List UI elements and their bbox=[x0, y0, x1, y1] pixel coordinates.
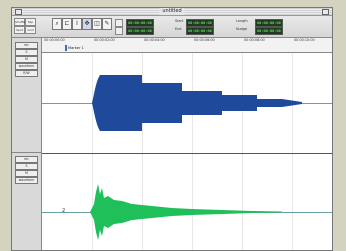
ruler-tick: 00:00:02:00 bbox=[94, 38, 115, 42]
ruler-tick: 00:00:10:00 bbox=[294, 38, 315, 42]
start-label: Start bbox=[175, 19, 184, 23]
ruler-tick: 00:00:04:00 bbox=[144, 38, 165, 42]
track-lane-audio-1[interactable] bbox=[42, 53, 333, 154]
length-label: Length bbox=[236, 19, 248, 23]
trim-tool-icon[interactable]: ⊏ bbox=[62, 18, 72, 30]
end-counter[interactable]: 00:00:00:00 bbox=[186, 27, 214, 35]
track1-automation-button[interactable]: R/W bbox=[15, 70, 38, 77]
edit-window-tracks[interactable]: 2 bbox=[42, 53, 333, 251]
track2-mute-button[interactable]: M bbox=[15, 170, 38, 177]
track1-waveform[interactable] bbox=[42, 53, 333, 153]
zoom-tool-icon[interactable]: ⌕ bbox=[52, 18, 62, 30]
main-counter[interactable]: 00:00:00:00 bbox=[126, 19, 154, 27]
nudge-counter[interactable]: 00:00:00:00 bbox=[255, 27, 283, 35]
track2-waveform-shape bbox=[90, 184, 282, 240]
end-label: End bbox=[175, 27, 182, 31]
track2-record-button[interactable]: rec bbox=[15, 156, 38, 163]
timeline-ruler[interactable]: 00:00:00:00 00:00:02:00 00:00:04:00 00:0… bbox=[42, 38, 332, 53]
track2-view-button[interactable]: waveform bbox=[15, 177, 38, 184]
track1-mute-button[interactable]: M bbox=[15, 56, 38, 63]
track-lane-audio-2[interactable]: 2 bbox=[42, 154, 333, 251]
scrub-tool-icon[interactable]: ◫ bbox=[92, 18, 102, 30]
track1-solo-button[interactable]: S bbox=[15, 49, 38, 56]
mode-slip-button[interactable]: Slip bbox=[25, 18, 36, 26]
zoom-box-icon[interactable] bbox=[322, 9, 329, 15]
track2-solo-button[interactable]: S bbox=[15, 163, 38, 170]
nudge-value-button[interactable] bbox=[115, 27, 123, 35]
sub-counter[interactable]: 00:00:00:00 bbox=[126, 27, 154, 35]
selector-tool-icon[interactable]: I bbox=[72, 18, 82, 30]
length-counter[interactable]: 00:00:00:00 bbox=[255, 19, 283, 27]
track1-waveform-shape bbox=[92, 75, 302, 131]
track1-record-button[interactable]: rec bbox=[15, 42, 38, 49]
track1-view-button[interactable]: waveform bbox=[15, 63, 38, 70]
window-title: untitled bbox=[159, 8, 185, 15]
start-counter[interactable]: 00:00:00:00 bbox=[186, 19, 214, 27]
toolbar: Shuffle Slip Spot Grid ⌕ ⊏ I ✥ ◫ ✎ 00:00… bbox=[12, 16, 332, 38]
mode-shuffle-button[interactable]: Shuffle bbox=[14, 18, 25, 26]
track-divider bbox=[12, 152, 41, 153]
pencil-tool-icon[interactable]: ✎ bbox=[102, 18, 112, 30]
mode-spot-button[interactable]: Spot bbox=[14, 26, 25, 34]
ruler-tick: 00:00:06:00 bbox=[194, 38, 215, 42]
ruler-tick: 00:00:08:00 bbox=[244, 38, 265, 42]
ruler-tick: 00:00:00:00 bbox=[44, 38, 65, 42]
track-controls: rec S M waveform R/W rec S M waveform bbox=[12, 38, 42, 250]
session-window: untitled Shuffle Slip Spot Grid ⌕ ⊏ I ✥ … bbox=[11, 7, 333, 251]
title-bar[interactable]: untitled bbox=[12, 8, 332, 16]
close-box-icon[interactable] bbox=[15, 9, 22, 15]
nudge-label: Nudge bbox=[236, 27, 248, 31]
marker-label[interactable]: Marker 1 bbox=[65, 45, 84, 51]
grabber-tool-icon[interactable]: ✥ bbox=[82, 18, 92, 30]
track2-waveform[interactable] bbox=[42, 154, 333, 251]
mode-grid-button[interactable]: Grid bbox=[25, 26, 36, 34]
grid-value-button[interactable] bbox=[115, 19, 123, 27]
